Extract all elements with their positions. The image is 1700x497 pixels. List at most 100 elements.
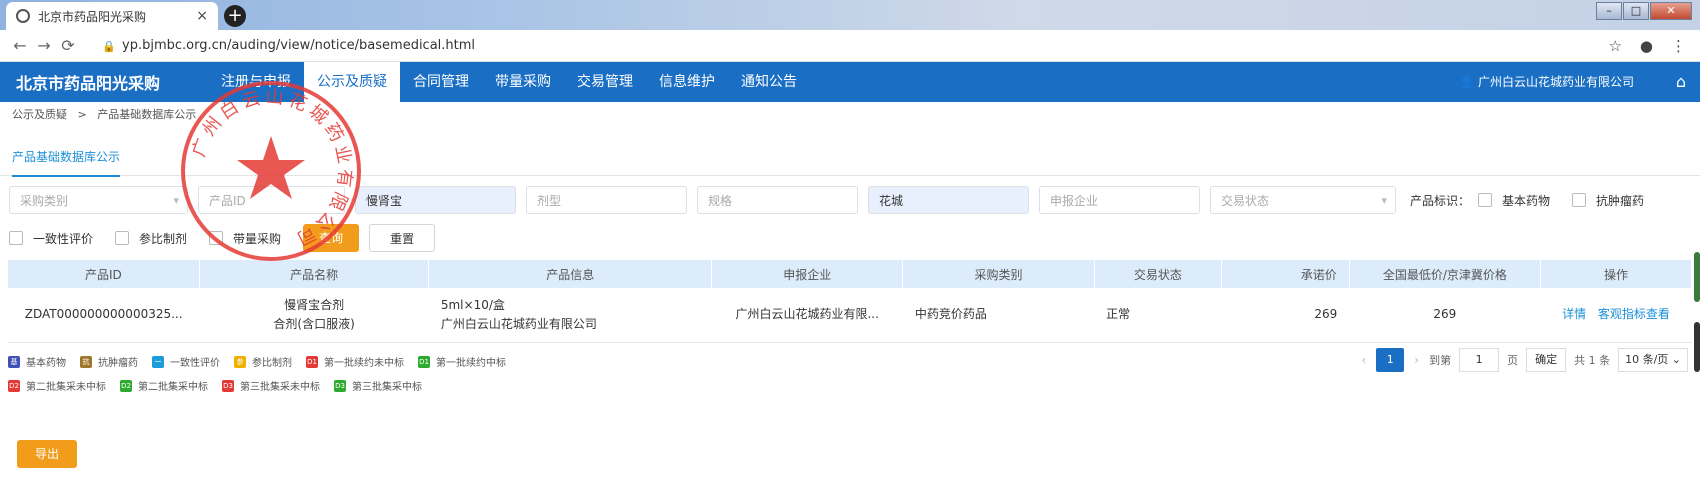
confirm-page-button[interactable]: 确定 — [1526, 348, 1567, 372]
legend-item: 抗抗肿瘤药 — [80, 354, 138, 369]
close-window-button[interactable]: ✕ — [1650, 2, 1692, 20]
spec-input[interactable]: 规格 — [697, 186, 858, 214]
browser-tab[interactable]: 北京市药品阳光采购 × — [6, 2, 218, 30]
side-handle[interactable] — [1694, 322, 1700, 372]
star-icon[interactable]: ☆ — [1608, 37, 1621, 55]
indicator-link[interactable]: 客观指标查看 — [1598, 307, 1670, 321]
export-button[interactable]: 导出 — [17, 440, 77, 468]
close-icon[interactable]: × — [196, 8, 208, 24]
tab-title: 北京市药品阳光采购 — [38, 9, 147, 24]
tab-product-database[interactable]: 产品基础数据库公示 — [12, 148, 121, 177]
checkbox-antitumor[interactable]: 抗肿瘤药 — [1572, 192, 1644, 209]
company-input[interactable]: 花城 — [868, 186, 1029, 214]
reporter-input[interactable]: 申报企业 — [1039, 186, 1200, 214]
reload-icon[interactable]: ⟳ — [56, 36, 80, 55]
table-header: 产品ID 产品名称 产品信息 申报企业 采购类别 交易状态 承诺价 全国最低价/… — [8, 260, 1692, 288]
column-header: 产品信息 — [428, 260, 713, 288]
checkbox-volume[interactable]: 带量采购 — [209, 230, 281, 247]
cell-lowest-price: 269 — [1349, 288, 1541, 343]
page-input[interactable]: 1 — [1459, 348, 1500, 372]
breadcrumb-item: 产品基础数据库公示 — [97, 108, 197, 121]
essential-drug-icon: 基 — [8, 355, 20, 368]
back-icon[interactable]: ← — [8, 36, 32, 55]
page-unit-label: 页 — [1507, 354, 1519, 367]
column-header: 产品ID — [8, 260, 200, 288]
trade-status-select[interactable]: 交易状态 — [1210, 186, 1396, 214]
brand-title: 北京市药品阳光采购 — [16, 74, 161, 93]
legend-item: D2 第二批集采未中标 — [8, 379, 106, 393]
checkbox-reference[interactable]: 参比制剂 — [115, 230, 187, 247]
column-header: 操作 — [1540, 260, 1692, 288]
checkbox-box[interactable] — [115, 231, 130, 245]
home-icon[interactable]: ⌂ — [1676, 62, 1686, 102]
batch3-lost-icon: D3 — [222, 379, 234, 392]
cell-product-name: 慢肾宝合剂 合剂(含口服液) — [199, 288, 429, 343]
scrollbar-thumb[interactable] — [1694, 252, 1700, 302]
page-1-button[interactable]: 1 — [1376, 348, 1405, 372]
cell-company: 广州白云山花城药业有限... — [711, 288, 903, 343]
cell-status: 正常 — [1094, 288, 1222, 343]
dosage-input[interactable]: 剂型 — [526, 186, 687, 214]
reference-icon: 参 — [234, 355, 246, 368]
minimize-button[interactable]: – — [1596, 2, 1622, 20]
cell-product-id: ZDAT000000000000325... — [8, 288, 200, 343]
globe-icon — [16, 9, 30, 23]
product-flag-label: 产品标识： — [1410, 193, 1471, 208]
menu-item-volume[interactable]: 带量采购 — [482, 62, 564, 102]
table-row: ZDAT000000000000325... 慢肾宝合剂 合剂(含口服液) 5ml… — [8, 288, 1692, 343]
lock-icon: 🔒 — [102, 39, 116, 53]
product-id-input[interactable]: 产品ID — [198, 186, 345, 214]
menu-item-public[interactable]: 公示及质疑 — [304, 62, 400, 102]
reset-button[interactable]: 重置 — [369, 224, 436, 252]
legend-item: D1 第一批续约未中标 — [306, 355, 404, 369]
checkbox-box[interactable] — [9, 231, 23, 245]
legend-item: 基基本药物 — [8, 354, 66, 369]
product-table: 产品ID 产品名称 产品信息 申报企业 采购类别 交易状态 承诺价 全国最低价/… — [8, 260, 1692, 343]
page-size-select[interactable]: 10 条/页 ⌄ — [1618, 348, 1688, 372]
column-header: 承诺价 — [1221, 260, 1350, 288]
app-header: 北京市药品阳光采购 注册与申报 公示及质疑 合同管理 带量采购 交易管理 信息维… — [0, 62, 1700, 102]
checkbox-box[interactable] — [1478, 193, 1493, 207]
url-input[interactable]: yp.bjmbc.org.cn/auding/view/notice/basem… — [122, 38, 1608, 53]
column-header: 交易状态 — [1094, 260, 1223, 288]
next-page-icon[interactable]: › — [1414, 353, 1419, 367]
detail-link[interactable]: 详情 — [1562, 307, 1586, 321]
query-button[interactable]: 查询 — [303, 224, 360, 252]
prev-page-icon[interactable]: ‹ — [1361, 353, 1366, 367]
menu-item-notice[interactable]: 通知公告 — [728, 62, 810, 102]
browser-tabbar: 北京市药品阳光采购 × + – □ ✕ — [0, 0, 1700, 30]
legend-item: D1 第一批续约中标 — [418, 355, 506, 369]
filter-row: 采购类别 产品ID 慢肾宝 剂型 规格 花城 申报企业 交易状态 产品标识： 基… — [9, 186, 1644, 214]
batch1-lost-icon: D1 — [306, 355, 318, 368]
cell-price: 269 — [1221, 288, 1350, 343]
menu-item-trade[interactable]: 交易管理 — [564, 62, 646, 102]
menu-dots-icon[interactable]: ⋮ — [1671, 37, 1686, 55]
checkbox-consistency[interactable]: 一致性评价 — [9, 230, 93, 247]
batch2-won-icon: D2 — [120, 379, 132, 392]
maximize-button[interactable]: □ — [1623, 2, 1649, 20]
purchase-type-select[interactable]: 采购类别 — [9, 186, 188, 214]
goto-label: 到第 — [1429, 354, 1452, 367]
checkbox-box[interactable] — [1572, 193, 1587, 207]
menu-item-info[interactable]: 信息维护 — [646, 62, 728, 102]
chevron-down-icon: ⌄ — [1671, 353, 1681, 366]
user-account[interactable]: 👤 广州白云山花城药业有限公司 — [1459, 62, 1634, 102]
forward-icon[interactable]: → — [32, 36, 56, 55]
cell-product-info: 5ml×10/盒 广州白云山花城药业有限公司 — [428, 288, 712, 343]
breadcrumb-item[interactable]: 公示及质疑 — [12, 108, 67, 121]
pagination: ‹ 1 › 到第 1 页 确定 共 1 条 10 条/页 ⌄ — [1351, 348, 1688, 372]
user-icon: 👤 — [1459, 75, 1478, 89]
checkbox-box[interactable] — [209, 231, 224, 245]
profile-icon[interactable]: ● — [1640, 37, 1653, 55]
new-tab-button[interactable]: + — [224, 5, 246, 27]
address-bar: ← → ⟳ 🔒 yp.bjmbc.org.cn/auding/view/noti… — [0, 30, 1700, 62]
product-name-input[interactable]: 慢肾宝 — [355, 186, 516, 214]
menu-item-register[interactable]: 注册与申报 — [208, 62, 304, 102]
checkbox-essential[interactable]: 基本药物 — [1478, 192, 1550, 209]
main-menu: 注册与申报 公示及质疑 合同管理 带量采购 交易管理 信息维护 通知公告 — [208, 62, 810, 102]
cell-operations: 详情 客观指标查看 — [1540, 288, 1692, 343]
total-count: 共 1 条 — [1574, 354, 1611, 367]
column-header: 申报企业 — [711, 260, 904, 288]
menu-item-contract[interactable]: 合同管理 — [400, 62, 482, 102]
breadcrumb: 公示及质疑 > 产品基础数据库公示 — [12, 106, 196, 122]
